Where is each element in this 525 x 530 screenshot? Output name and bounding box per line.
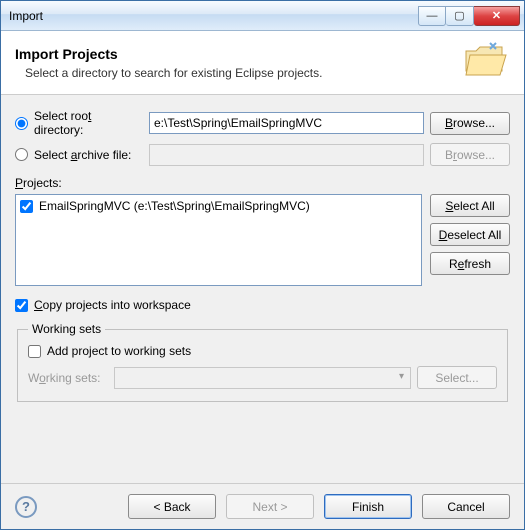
add-to-working-sets-label[interactable]: Add project to working sets: [28, 344, 497, 358]
header-title: Import Projects: [15, 46, 322, 62]
project-item-label: EmailSpringMVC (e:\Test\Spring\EmailSpri…: [39, 199, 310, 213]
projects-label: Projects:: [15, 176, 510, 190]
titlebar[interactable]: Import — ▢ ✕: [1, 1, 524, 31]
dialog-footer: ? < Back Next > Finish Cancel: [1, 483, 524, 529]
import-dialog: Import — ▢ ✕ Import Projects Select a di…: [0, 0, 525, 530]
add-to-working-sets-checkbox[interactable]: [28, 345, 41, 358]
copy-into-workspace-checkbox[interactable]: [15, 299, 28, 312]
working-sets-legend: Working sets: [28, 322, 105, 336]
archive-file-radio-label[interactable]: Select archive file:: [15, 148, 143, 162]
working-sets-combo-label: Working sets:: [28, 371, 108, 385]
root-directory-input[interactable]: [149, 112, 424, 134]
projects-list[interactable]: EmailSpringMVC (e:\Test\Spring\EmailSpri…: [15, 194, 422, 286]
root-directory-radio[interactable]: [15, 117, 28, 130]
working-sets-group: Working sets Add project to working sets…: [17, 322, 508, 402]
copy-into-workspace-label[interactable]: Copy projects into workspace: [15, 298, 510, 312]
working-sets-select-button: Select...: [417, 366, 497, 389]
refresh-button[interactable]: Refresh: [430, 252, 510, 275]
header-subtitle: Select a directory to search for existin…: [25, 66, 322, 80]
close-button[interactable]: ✕: [474, 6, 520, 26]
archive-file-radio[interactable]: [15, 148, 28, 161]
root-directory-radio-label[interactable]: Select root directory:: [15, 109, 143, 137]
finish-button[interactable]: Finish: [324, 494, 412, 519]
maximize-button[interactable]: ▢: [446, 6, 474, 26]
working-sets-combo: [114, 367, 411, 389]
project-checkbox[interactable]: [20, 200, 33, 213]
next-button: Next >: [226, 494, 314, 519]
archive-file-input: [149, 144, 424, 166]
cancel-button[interactable]: Cancel: [422, 494, 510, 519]
dialog-header: Import Projects Select a directory to se…: [1, 31, 524, 95]
deselect-all-button[interactable]: Deselect All: [430, 223, 510, 246]
import-folder-icon: [462, 41, 510, 84]
browse-archive-button: Browse...: [430, 143, 510, 166]
select-all-button[interactable]: Select All: [430, 194, 510, 217]
minimize-button[interactable]: —: [418, 6, 446, 26]
window-title: Import: [9, 9, 43, 23]
help-icon[interactable]: ?: [15, 496, 37, 518]
browse-root-button[interactable]: Browse...: [430, 112, 510, 135]
back-button[interactable]: < Back: [128, 494, 216, 519]
list-item[interactable]: EmailSpringMVC (e:\Test\Spring\EmailSpri…: [20, 199, 417, 213]
